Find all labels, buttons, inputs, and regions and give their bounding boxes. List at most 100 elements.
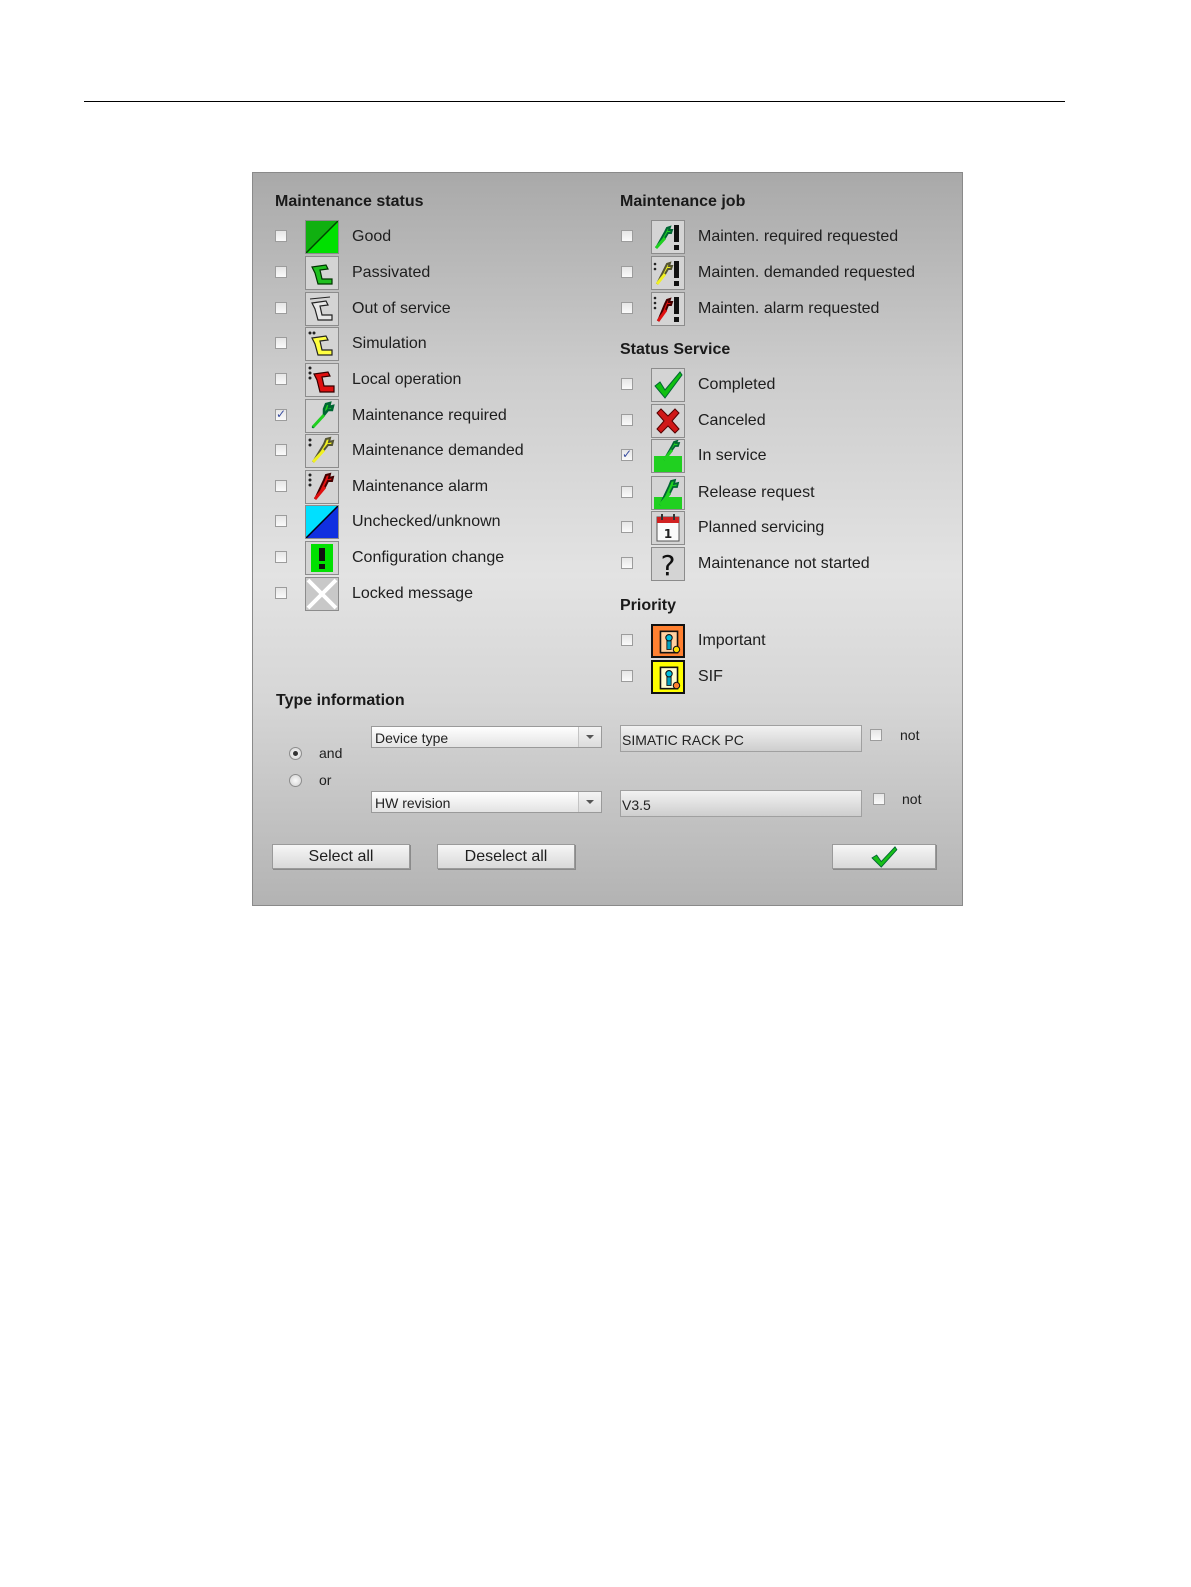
or-radio[interactable]	[289, 774, 302, 787]
status-maintenance-alarm-row[interactable]: Maintenance alarm	[275, 470, 595, 506]
job-required-requested-checkbox[interactable]	[621, 230, 633, 242]
out-of-service-hand-icon	[305, 292, 339, 326]
service-not-started-row[interactable]: ? Maintenance not started	[621, 547, 951, 583]
status-good-checkbox[interactable]	[275, 230, 287, 242]
or-label: or	[319, 772, 332, 788]
status-local-operation-label: Local operation	[352, 371, 462, 388]
maintenance-job-heading: Maintenance job	[620, 193, 746, 210]
checkmark-icon	[651, 368, 685, 402]
status-good-row[interactable]: Good	[275, 220, 595, 256]
status-passivated-checkbox[interactable]	[275, 266, 287, 278]
service-release-request-label: Release request	[698, 484, 815, 501]
wrench-yellow-exclamation-icon	[651, 256, 685, 290]
calendar-icon: 1	[651, 511, 685, 545]
filter2-not-label: not	[902, 791, 922, 807]
status-unchecked-row[interactable]: Unchecked/unknown	[275, 505, 595, 541]
status-passivated-row[interactable]: Passivated	[275, 256, 595, 292]
status-maintenance-demanded-row[interactable]: Maintenance demanded	[275, 434, 595, 470]
status-passivated-label: Passivated	[352, 264, 431, 281]
svg-text:1: 1	[664, 527, 672, 541]
status-out-of-service-checkbox[interactable]	[275, 302, 287, 314]
status-maintenance-demanded-checkbox[interactable]	[275, 444, 287, 456]
filter2-value-input[interactable]: V3.5	[620, 790, 862, 817]
priority-sif-checkbox[interactable]	[621, 670, 633, 682]
service-planned-servicing-row[interactable]: 1 Planned servicing	[621, 511, 951, 547]
status-local-operation-checkbox[interactable]	[275, 373, 287, 385]
service-canceled-label: Canceled	[698, 412, 766, 429]
service-in-service-checkbox[interactable]	[621, 447, 633, 461]
status-locked-message-checkbox[interactable]	[275, 587, 287, 599]
status-maintenance-required-checkbox[interactable]	[275, 407, 287, 421]
filter1-not-checkbox[interactable]	[870, 729, 882, 741]
wrench-green-icon	[305, 399, 339, 433]
maintenance-status-heading: Maintenance status	[275, 193, 424, 210]
status-good-label: Good	[352, 228, 392, 245]
job-required-requested-row[interactable]: Mainten. required requested	[621, 220, 951, 256]
status-maintenance-alarm-checkbox[interactable]	[275, 480, 287, 492]
chevron-down-icon[interactable]	[578, 727, 601, 747]
and-label: and	[319, 745, 343, 761]
status-out-of-service-row[interactable]: Out of service	[275, 292, 595, 328]
and-radio[interactable]	[289, 747, 302, 760]
status-maintenance-demanded-label: Maintenance demanded	[352, 442, 524, 459]
filter1-field-select[interactable]: Device type	[371, 726, 602, 748]
local-operation-hand-icon	[305, 363, 339, 397]
sif-icon	[651, 660, 685, 694]
job-demanded-requested-row[interactable]: Mainten. demanded requested	[621, 256, 951, 292]
unknown-icon	[305, 505, 339, 539]
service-not-started-checkbox[interactable]	[621, 557, 633, 569]
service-completed-checkbox[interactable]	[621, 378, 633, 390]
service-planned-servicing-checkbox[interactable]	[621, 521, 633, 533]
ok-button[interactable]	[832, 844, 936, 869]
filter2-field-select[interactable]: HW revision	[371, 791, 602, 813]
wrench-green-exclamation-icon	[651, 220, 685, 254]
service-canceled-row[interactable]: Canceled	[621, 404, 951, 440]
priority-sif-row[interactable]: SIF	[621, 660, 951, 696]
priority-important-checkbox[interactable]	[621, 634, 633, 646]
service-in-service-row[interactable]: In service	[621, 439, 951, 475]
important-icon	[651, 624, 685, 658]
exclamation-icon	[305, 541, 339, 575]
status-simulation-row[interactable]: Simulation	[275, 327, 595, 363]
red-cross-icon	[651, 404, 685, 438]
priority-important-label: Important	[698, 632, 766, 649]
service-completed-row[interactable]: Completed	[621, 368, 951, 404]
svg-text:?: ?	[661, 549, 676, 580]
status-service-heading: Status Service	[620, 341, 731, 358]
maintenance-filter-dialog: Maintenance status Good Passivated Out o…	[252, 172, 963, 906]
deselect-all-button[interactable]: Deselect all	[437, 844, 575, 869]
status-local-operation-row[interactable]: Local operation	[275, 363, 595, 399]
job-alarm-requested-checkbox[interactable]	[621, 302, 633, 314]
filter2-not-checkbox[interactable]	[873, 793, 885, 805]
wrench-red-exclamation-icon	[651, 292, 685, 326]
chevron-down-icon[interactable]	[578, 792, 601, 812]
service-planned-servicing-label: Planned servicing	[698, 519, 825, 536]
status-simulation-checkbox[interactable]	[275, 337, 287, 349]
status-out-of-service-label: Out of service	[352, 300, 451, 317]
service-release-request-row[interactable]: Release request	[621, 476, 951, 512]
select-all-button[interactable]: Select all	[272, 844, 410, 869]
status-unchecked-checkbox[interactable]	[275, 515, 287, 527]
good-icon	[305, 220, 339, 254]
status-unchecked-label: Unchecked/unknown	[352, 513, 501, 530]
wrench-yellow-icon	[305, 434, 339, 468]
filter1-value-input[interactable]: SIMATIC RACK PC	[620, 725, 862, 752]
job-required-requested-label: Mainten. required requested	[698, 228, 899, 245]
job-demanded-requested-checkbox[interactable]	[621, 266, 633, 278]
simulation-hand-icon	[305, 327, 339, 361]
checkmark-icon	[871, 846, 898, 868]
status-configuration-change-checkbox[interactable]	[275, 551, 287, 563]
priority-important-row[interactable]: Important	[621, 624, 951, 660]
filter2-field-value: HW revision	[375, 795, 451, 811]
status-locked-message-row[interactable]: Locked message	[275, 577, 595, 613]
service-canceled-checkbox[interactable]	[621, 414, 633, 426]
job-alarm-requested-row[interactable]: Mainten. alarm requested	[621, 292, 951, 328]
release-request-icon	[651, 476, 685, 510]
passivated-hand-icon	[305, 256, 339, 290]
status-maintenance-required-row[interactable]: Maintenance required	[275, 399, 595, 435]
status-maintenance-required-label: Maintenance required	[352, 407, 507, 424]
type-information-heading: Type information	[276, 692, 405, 709]
service-release-request-checkbox[interactable]	[621, 486, 633, 498]
status-configuration-change-row[interactable]: Configuration change	[275, 541, 595, 577]
priority-sif-label: SIF	[698, 668, 723, 685]
